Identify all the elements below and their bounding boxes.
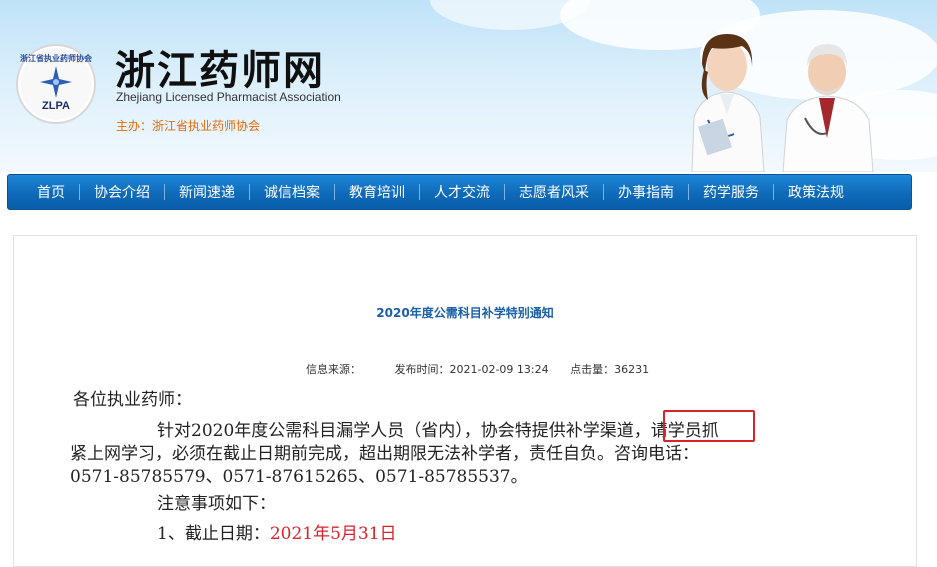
paragraph-line3: 0571-85785579、0571-87615265、0571-8578553…	[70, 467, 528, 487]
meta-time-value: 2021-02-09 13:24	[449, 363, 549, 376]
nav-talent[interactable]: 人才交流	[420, 182, 504, 202]
nav-home[interactable]: 首页	[23, 182, 79, 202]
site-title[interactable]: 浙江药师网	[115, 38, 325, 96]
meta-hits-value: 36231	[614, 363, 650, 376]
notes-heading: 注意事项如下：	[157, 494, 276, 514]
site-subtitle: Zhejiang Licensed Pharmacist Association	[116, 90, 341, 104]
article-title: 2020年度公需科目补学特别通知	[376, 306, 554, 320]
nav-education[interactable]: 教育培训	[335, 182, 419, 202]
nav-news[interactable]: 新闻速递	[165, 182, 249, 202]
highlighted-phrase: 补学渠道	[565, 421, 634, 441]
paragraph-text: 针对2020年度公需科目漏学人员（省内），协会特提供	[157, 421, 566, 441]
highlight-annotation-box	[663, 410, 755, 442]
paragraph-line1: 针对2020年度公需科目漏学人员（省内），协会特提供补学渠道，请学员抓	[157, 420, 719, 443]
pharmacist-man-image	[782, 44, 874, 172]
site-logo[interactable]: 浙江省执业药师协会 ZLPA	[16, 44, 96, 124]
main-nav: 首页 协会介绍 新闻速递 诚信档案 教育培训 人才交流 志愿者风采 办事指南 药…	[7, 174, 912, 210]
meta-source-label: 信息来源：	[306, 363, 361, 376]
greeting: 各位执业药师：	[73, 390, 192, 410]
logo-ring-text: 浙江省执业药师协会	[20, 54, 92, 63]
logo-abbreviation: ZLPA	[42, 100, 70, 112]
deadline-line: 1、截止日期：2021年5月31日	[157, 523, 397, 546]
star-icon	[40, 66, 72, 98]
nav-about[interactable]: 协会介绍	[80, 182, 164, 202]
paragraph-line2: 紧上网学习，必须在截止日期前完成，超出期限无法补学者，责任自负。咨询电话：	[70, 444, 699, 464]
nav-volunteers[interactable]: 志愿者风采	[505, 182, 603, 202]
deadline-date: 2021年5月31日	[269, 524, 397, 544]
site-host: 主办：浙江省执业药师协会	[116, 119, 261, 133]
meta-hits-label: 点击量：	[570, 363, 615, 376]
nav-integrity[interactable]: 诚信档案	[250, 182, 334, 202]
article-meta: 信息来源： 发布时间：2021-02-09 13:24 点击量：36231	[306, 361, 657, 377]
meta-time-label: 发布时间：	[394, 363, 450, 376]
article-panel: 2020年度公需科目补学特别通知 信息来源： 发布时间：2021-02-09 1…	[13, 235, 917, 567]
pharmacist-woman-image	[691, 34, 765, 172]
nav-policy[interactable]: 政策法规	[774, 182, 858, 202]
nav-pharmacy-service[interactable]: 药学服务	[689, 182, 773, 202]
header-banner: 浙江省执业药师协会 ZLPA 浙江药师网 Zhejiang Licensed P…	[0, 0, 937, 172]
deadline-label: 1、截止日期：	[157, 524, 270, 544]
nav-guide[interactable]: 办事指南	[604, 182, 688, 202]
